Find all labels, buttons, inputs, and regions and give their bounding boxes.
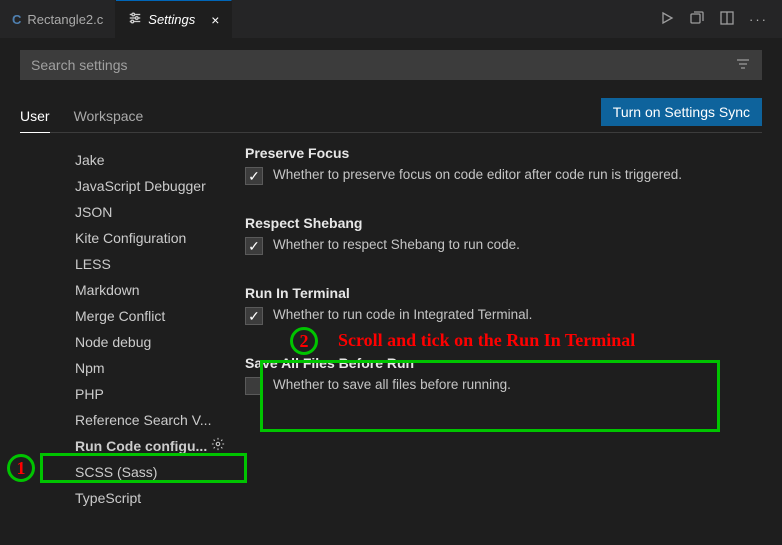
setting-title: Run In Terminal xyxy=(245,285,748,301)
sidebar-item[interactable]: PHP xyxy=(75,381,235,407)
tab-label: Rectangle2.c xyxy=(27,12,103,27)
setting-title: Save All Files Before Run xyxy=(245,355,748,371)
tabbar-actions: ··· xyxy=(659,10,782,29)
checkbox-respect-shebang[interactable] xyxy=(245,237,263,255)
setting-respect-shebang: Respect Shebang Whether to respect Sheba… xyxy=(245,215,748,255)
settings-main: Preserve Focus Whether to preserve focus… xyxy=(235,145,762,545)
sidebar-item[interactable]: JavaScript Debugger xyxy=(75,173,235,199)
sidebar-item-run-code-config[interactable]: Run Code configu... xyxy=(75,433,235,459)
setting-title: Respect Shebang xyxy=(245,215,748,231)
setting-desc: Whether to save all files before running… xyxy=(273,375,511,395)
tab-settings[interactable]: Settings × xyxy=(116,0,232,38)
sliders-icon xyxy=(128,11,142,28)
sidebar-item[interactable]: Node debug xyxy=(75,329,235,355)
setting-desc: Whether to preserve focus on code editor… xyxy=(273,165,682,185)
sidebar-item[interactable]: TypeScript xyxy=(75,485,235,511)
sidebar-item[interactable]: Markdown xyxy=(75,277,235,303)
settings-sync-button[interactable]: Turn on Settings Sync xyxy=(601,98,762,126)
sidebar-item[interactable]: LESS xyxy=(75,251,235,277)
sidebar-item[interactable]: SCSS (Sass) xyxy=(75,459,235,485)
scope-workspace[interactable]: Workspace xyxy=(74,108,144,132)
open-changes-icon[interactable] xyxy=(689,10,705,29)
tab-label: Settings xyxy=(148,12,195,27)
sidebar-item[interactable]: Npm xyxy=(75,355,235,381)
settings-sidebar: Jake JavaScript Debugger JSON Kite Confi… xyxy=(20,145,235,545)
setting-preserve-focus: Preserve Focus Whether to preserve focus… xyxy=(245,145,748,185)
checkbox-save-all[interactable] xyxy=(245,377,263,395)
split-editor-icon[interactable] xyxy=(719,10,735,29)
checkbox-preserve-focus[interactable] xyxy=(245,167,263,185)
filter-icon[interactable] xyxy=(735,56,751,75)
settings-search[interactable] xyxy=(20,50,762,80)
sidebar-item[interactable]: Kite Configuration xyxy=(75,225,235,251)
sidebar-item[interactable]: Reference Search V... xyxy=(75,407,235,433)
checkbox-run-in-terminal[interactable] xyxy=(245,307,263,325)
c-lang-icon: C xyxy=(12,12,21,27)
setting-save-all-before-run: Save All Files Before Run Whether to sav… xyxy=(245,355,748,395)
close-icon[interactable]: × xyxy=(211,12,219,28)
gear-icon[interactable] xyxy=(211,434,225,458)
setting-title: Preserve Focus xyxy=(245,145,748,161)
sidebar-item[interactable]: Jake xyxy=(75,147,235,173)
tab-file-rectangle2[interactable]: C Rectangle2.c xyxy=(0,0,116,38)
setting-run-in-terminal: Run In Terminal Whether to run code in I… xyxy=(235,285,748,325)
settings-scope-row: User Workspace Turn on Settings Sync xyxy=(20,98,762,133)
setting-desc: Whether to run code in Integrated Termin… xyxy=(273,305,532,325)
editor-tabbar: C Rectangle2.c Settings × ··· xyxy=(0,0,782,38)
search-input[interactable] xyxy=(31,57,735,73)
sidebar-item-label: Run Code configu... xyxy=(75,434,207,458)
setting-desc: Whether to respect Shebang to run code. xyxy=(273,235,520,255)
sidebar-item[interactable]: Merge Conflict xyxy=(75,303,235,329)
more-icon[interactable]: ··· xyxy=(749,12,768,27)
sidebar-item[interactable]: JSON xyxy=(75,199,235,225)
scope-user[interactable]: User xyxy=(20,108,50,133)
run-icon[interactable] xyxy=(659,10,675,29)
